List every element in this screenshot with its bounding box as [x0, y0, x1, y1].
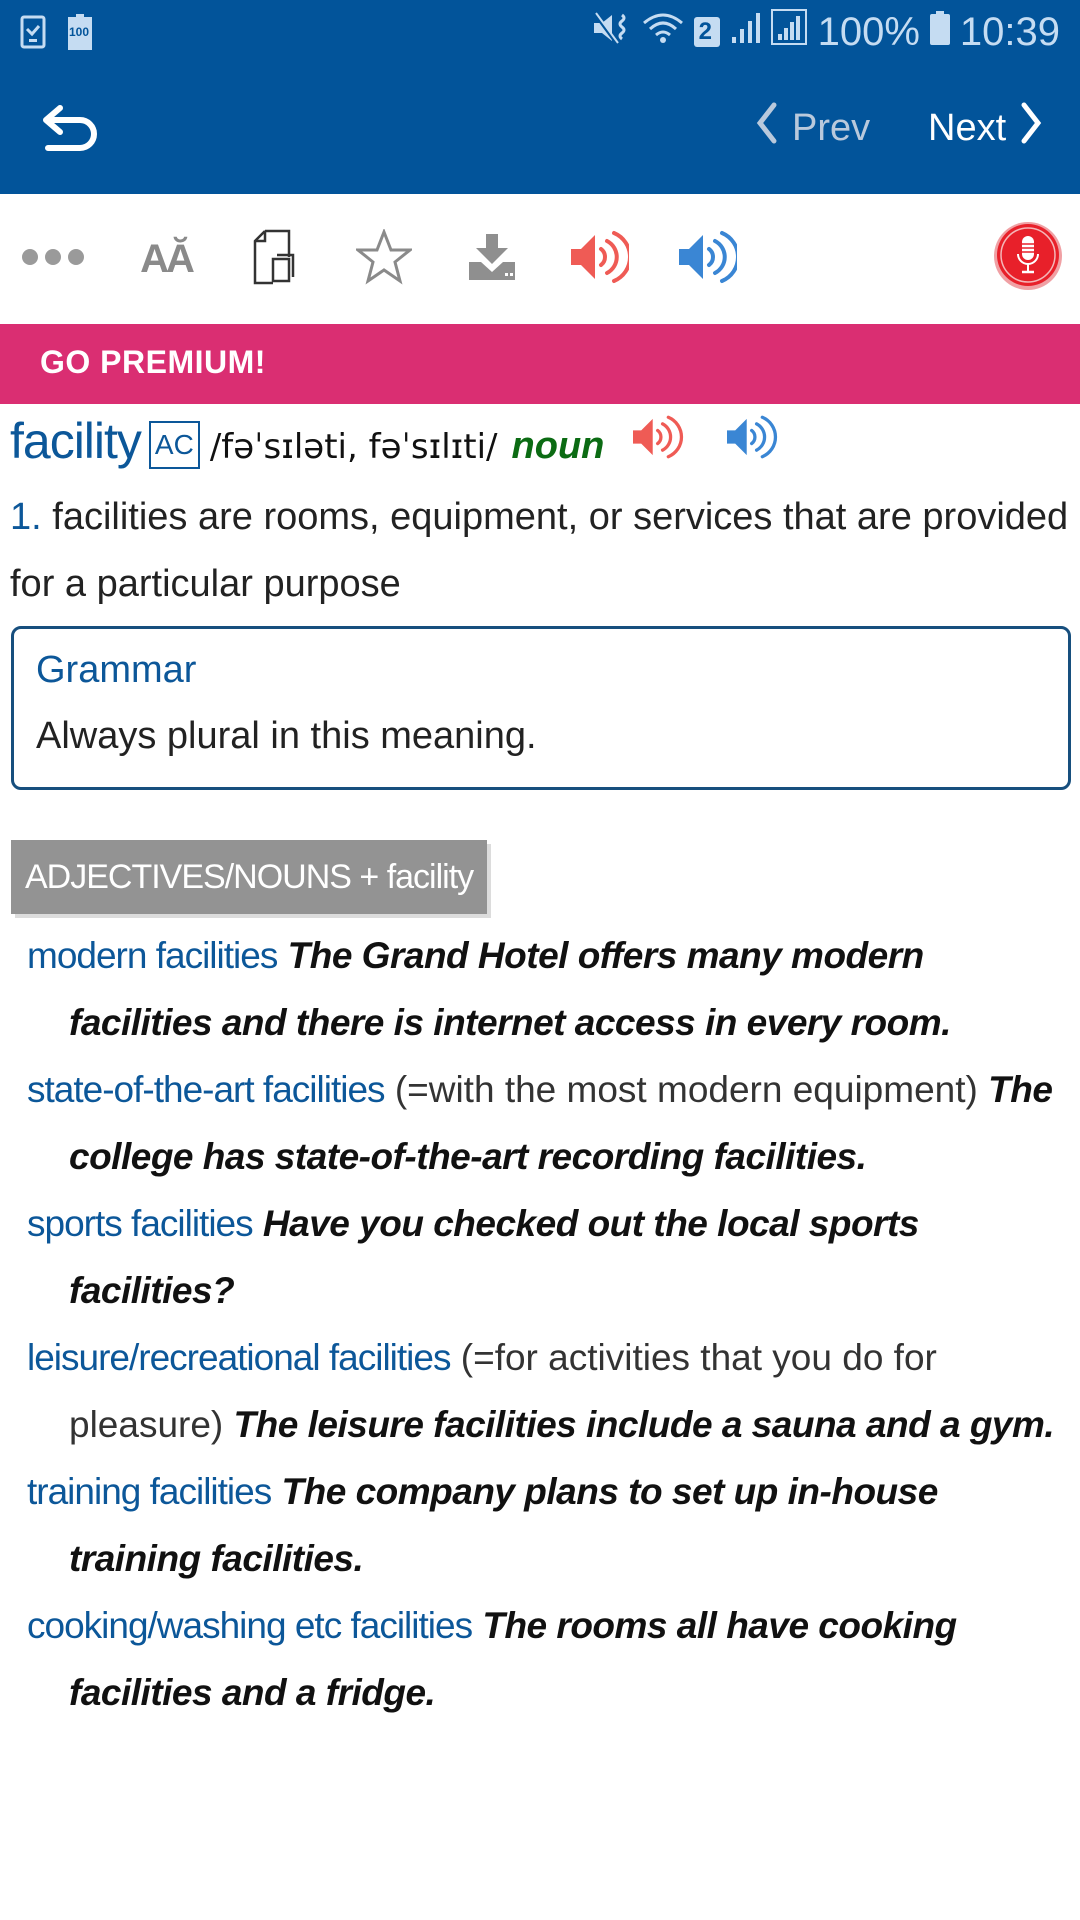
prev-button[interactable]: Prev	[756, 102, 870, 154]
back-arrow-icon	[34, 105, 104, 170]
wifi-icon	[642, 10, 684, 55]
collocation-item: leisure/recreational facilities (=for ac…	[27, 1324, 1067, 1458]
copy-button[interactable]	[252, 224, 298, 294]
collocation-phrase[interactable]: training facilities	[27, 1471, 272, 1512]
signal-boxed-icon	[770, 8, 808, 56]
screen-check-icon	[20, 15, 46, 54]
collocation-header-label: ADJECTIVES/NOUNS + facility	[25, 857, 474, 896]
entry-play-uk-button[interactable]	[628, 414, 684, 465]
collocation-phrase[interactable]: modern facilities	[27, 935, 278, 976]
headword: facility	[10, 413, 142, 469]
app-bar: Prev Next	[0, 66, 1080, 194]
collocation-gloss: (=with the most modern equipment)	[394, 1069, 978, 1110]
go-premium-banner[interactable]: GO PREMIUM!	[0, 324, 1080, 404]
entry-play-us-button[interactable]	[722, 414, 778, 465]
speaker-uk-icon	[569, 229, 632, 290]
more-button[interactable]	[20, 224, 86, 294]
definition: 1. facilities are rooms, equipment, or s…	[10, 484, 1070, 618]
go-premium-label: GO PREMIUM!	[40, 344, 266, 380]
collocation-item: cooking/washing etc facilities The rooms…	[27, 1592, 1067, 1726]
collocation-header: ADJECTIVES/NOUNS + facility	[11, 840, 488, 914]
status-bar: 100 2 100% 10:39	[0, 0, 1080, 66]
toolbar: AĂ	[0, 194, 1080, 324]
collocation-item: sports facilities Have you checked out t…	[27, 1190, 1067, 1324]
voice-search-button[interactable]	[992, 220, 1064, 297]
speaker-us-icon	[677, 229, 740, 290]
headword-line: facility AC /fəˈsɪləti, fəˈsɪlɪti/ noun	[10, 412, 778, 473]
collocation-phrase[interactable]: sports facilities	[27, 1203, 254, 1244]
download-button[interactable]	[466, 224, 518, 294]
collocation-item: training facilities The company plans to…	[27, 1458, 1067, 1592]
sim-2-icon: 2	[693, 17, 720, 47]
collocation-phrase[interactable]: state-of-the-art facilities	[27, 1069, 386, 1110]
play-uk-button[interactable]	[568, 224, 632, 294]
copy-icon	[253, 229, 297, 290]
font-size-icon: AĂ	[140, 236, 195, 281]
part-of-speech: noun	[511, 425, 605, 467]
more-icon	[21, 248, 85, 271]
speaker-uk-icon	[628, 415, 684, 464]
next-button[interactable]: Next	[928, 102, 1042, 154]
collocation-item: modern facilities The Grand Hotel offers…	[27, 922, 1067, 1056]
chevron-left-icon	[756, 102, 778, 154]
mute-vibrate-icon	[592, 10, 632, 55]
back-button[interactable]	[34, 96, 104, 166]
collocation-list: modern facilities The Grand Hotel offers…	[27, 922, 1067, 1726]
collocation-phrase[interactable]: cooking/washing etc facilities	[27, 1605, 473, 1646]
voice-search-mic-icon	[992, 220, 1064, 297]
collocation-phrase[interactable]: leisure/recreational facilities	[27, 1337, 451, 1378]
next-label: Next	[928, 106, 1007, 149]
clock: 10:39	[959, 9, 1060, 54]
font-size-button[interactable]: AĂ	[138, 224, 195, 294]
grammar-title: Grammar	[36, 649, 197, 691]
grammar-text: Always plural in this meaning.	[36, 715, 537, 757]
battery-icon	[929, 10, 950, 55]
chevron-right-icon	[1020, 102, 1042, 154]
battery-badge-text: 100	[69, 25, 90, 39]
grammar-box: Grammar Always plural in this meaning.	[11, 626, 1071, 790]
play-us-button[interactable]	[676, 224, 740, 294]
sense-number: 1.	[10, 496, 42, 538]
sim-badge-text: 2	[698, 18, 712, 45]
download-icon	[467, 232, 517, 287]
battery-100-icon: 100	[68, 14, 92, 55]
collocation-item: state-of-the-art facilities (=with the m…	[27, 1056, 1067, 1190]
battery-percent: 100%	[817, 9, 920, 54]
collocation-example: The leisure facilities include a sauna a…	[233, 1404, 1055, 1445]
favorite-star-icon	[353, 227, 415, 290]
favorite-button[interactable]	[353, 224, 415, 294]
speaker-us-icon	[722, 415, 778, 464]
definition-text: facilities are rooms, equipment, or serv…	[10, 496, 1069, 605]
prev-label: Prev	[792, 106, 871, 149]
academic-badge: AC	[148, 421, 200, 469]
signal-icon	[730, 10, 760, 55]
pronunciation: /fəˈsɪləti, fəˈsɪlɪti/	[209, 427, 498, 467]
